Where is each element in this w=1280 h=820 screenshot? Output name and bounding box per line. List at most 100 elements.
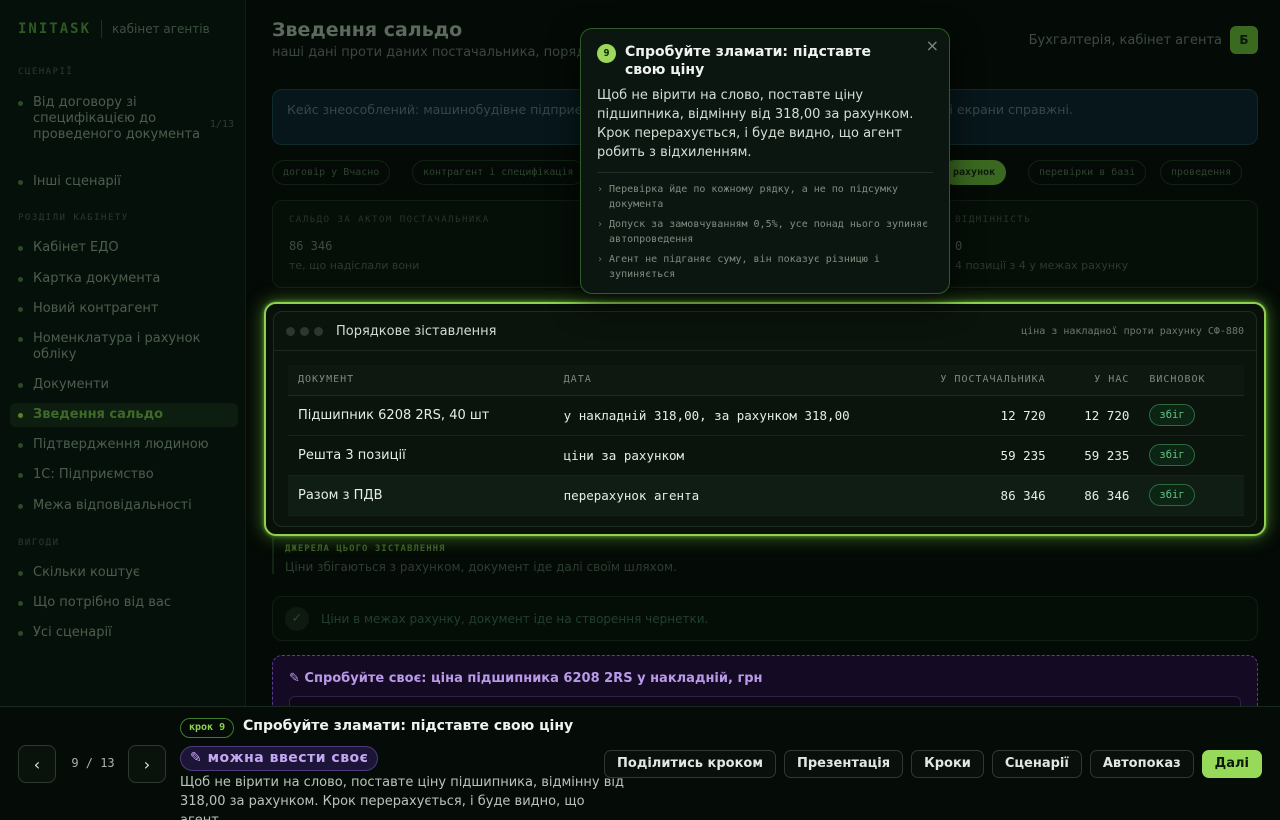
- page-subtitle: наші дані проти даних постачальника, пор…: [272, 45, 582, 60]
- brand: INITASK кабінет агентів: [18, 20, 210, 38]
- status-message: ✓ Ціни в межах рахунку, документ іде на …: [272, 596, 1258, 641]
- cell-date: у накладній 318,00, за рахунком 318,00: [553, 395, 899, 436]
- card-subtitle: ціна з накладної проти рахунку СФ-880: [1021, 325, 1244, 337]
- sidebar-item-label: Кабінет ЕДО: [33, 240, 119, 255]
- sidebar-item-main-scenario[interactable]: Від договору зі специфікацією до проведе…: [18, 95, 234, 143]
- cell-ours: 59 235: [1055, 435, 1140, 476]
- sidebar-item-cost[interactable]: Скільки коштує: [18, 565, 234, 581]
- saldo-difference-note: 4 позиції з 4 у межах рахунку: [955, 259, 1129, 272]
- sidebar-item-1c[interactable]: 1С: Підприємство: [18, 467, 234, 483]
- sidebar-item-label: 1С: Підприємство: [33, 467, 154, 482]
- cell-supplier: 86 346: [898, 475, 1056, 516]
- check-icon: ✓: [285, 606, 309, 631]
- saldo-supplier-note: те, що надіслали вони: [289, 259, 420, 272]
- sidebar-item-edo[interactable]: Кабінет ЕДО: [18, 240, 234, 256]
- column-header-date: ДАТА: [553, 365, 899, 396]
- sidebar-item-label: Від договору зі специфікацією до проведе…: [33, 95, 201, 142]
- prev-step-button[interactable]: ‹: [18, 745, 56, 783]
- card-title: Порядкове зіставлення: [336, 323, 497, 339]
- sidebar-item-label: Зведення сальдо: [33, 407, 164, 422]
- close-icon[interactable]: ×: [926, 36, 939, 55]
- sidebar-item-responsibility[interactable]: Межа відповідальності: [18, 498, 234, 514]
- sidebar-item-document-card[interactable]: Картка документа: [18, 271, 234, 287]
- column-header-verdict: ВИСНОВОК: [1139, 365, 1244, 396]
- presentation-button[interactable]: Презентація: [783, 750, 904, 778]
- column-header-supplier: У ПОСТАЧАЛЬНИКА: [898, 365, 1056, 396]
- sidebar-item-label: Підтвердження людиною: [33, 437, 209, 452]
- sidebar-item-other-scenarios[interactable]: Інші сценарії: [18, 174, 234, 190]
- sidebar-section-benefits: ВИГОДИ: [18, 538, 60, 548]
- bullet-icon: [18, 277, 23, 282]
- bullet-icon: [18, 246, 23, 251]
- sidebar-item-label: Усі сценарії: [33, 625, 112, 640]
- scenario-progress: 1/13: [209, 119, 234, 130]
- user-label: Бухгалтерія, кабінет агента: [1028, 32, 1222, 48]
- bullet-text: Допуск за замовчуванням 0,5%, усе понад …: [609, 219, 929, 245]
- chip-invoice[interactable]: рахунок: [942, 160, 1007, 185]
- list-item: › Допуск за замовчуванням 0,5%, усе понад…: [597, 217, 933, 247]
- table-row: Підшипник 6208 2RS, 40 шт у накладній 31…: [288, 395, 1244, 436]
- popover-title: Спробуйте зламати: підставте свою ціну: [625, 44, 872, 78]
- share-step-button[interactable]: Поділитись кроком: [604, 750, 776, 778]
- bullet-icon: [18, 413, 23, 418]
- sidebar-item-requirements[interactable]: Що потрібно від вас: [18, 595, 234, 611]
- sidebar-item-saldo[interactable]: Зведення сальдо: [10, 403, 238, 427]
- chip-db-checks[interactable]: перевірки в базі: [1028, 160, 1147, 185]
- cell-date: перерахунок агента: [553, 475, 899, 516]
- chevron-right-icon: ›: [597, 184, 604, 195]
- sidebar-item-label: Що потрібно від вас: [33, 595, 171, 610]
- cell-verdict: збіг: [1139, 395, 1244, 436]
- sources-text: Ціни збігаються з рахунком, документ іде…: [285, 560, 677, 574]
- tour-step-title: Спробуйте зламати: підставте свою ціну: [243, 718, 574, 734]
- brand-logo[interactable]: INITASK: [18, 21, 91, 37]
- cell-verdict: збіг: [1139, 435, 1244, 476]
- saldo-difference-value: 0: [955, 239, 963, 253]
- sidebar-item-documents[interactable]: Документи: [18, 377, 234, 393]
- cell-supplier: 59 235: [898, 435, 1056, 476]
- tour-popover: 9 Спробуйте зламати: підставте свою ціну…: [580, 28, 950, 294]
- sidebar: INITASK кабінет агентів СЦЕНАРІЇ Від дог…: [0, 0, 246, 820]
- autoplay-button[interactable]: Автопоказ: [1089, 750, 1194, 778]
- steps-button[interactable]: Кроки: [911, 750, 984, 778]
- tour-step-description: Щоб не вірити на слово, поставте ціну пі…: [180, 775, 624, 820]
- bullet-text: Перевірка йде по кожному рядку, а не по …: [609, 184, 899, 210]
- sidebar-item-all-scenarios[interactable]: Усі сценарії: [18, 625, 234, 641]
- page-title: Зведення сальдо: [272, 19, 463, 41]
- bullet-icon: [18, 307, 23, 312]
- next-button[interactable]: Далі: [1201, 750, 1262, 778]
- app-root: INITASK кабінет агентів СЦЕНАРІЇ Від дог…: [0, 0, 1280, 820]
- popover-divider: [597, 172, 933, 173]
- sidebar-item-label: Новий контрагент: [33, 301, 159, 316]
- saldo-supplier-value: 86 346: [289, 239, 333, 253]
- avatar[interactable]: Б: [1230, 26, 1258, 54]
- sidebar-item-confirmation[interactable]: Підтвердження людиною: [18, 437, 234, 453]
- chip-counterparty[interactable]: контрагент і специфікація: [412, 160, 585, 185]
- sidebar-item-label: Номенклатура і рахунок обліку: [33, 331, 201, 362]
- sources-title: ДЖЕРЕЛА ЦЬОГО ЗІСТАВЛЕННЯ: [285, 544, 446, 554]
- sidebar-item-nomenclature[interactable]: Номенклатура і рахунок обліку: [18, 331, 234, 363]
- window-dot-icon: [300, 326, 309, 336]
- cell-verdict: збіг: [1139, 475, 1244, 516]
- bullet-icon: [18, 631, 23, 636]
- cell-document: Підшипник 6208 2RS, 40 шт: [288, 395, 554, 436]
- user-menu[interactable]: Бухгалтерія, кабінет агента Б: [1029, 26, 1258, 54]
- matching-table: ДОКУМЕНТ ДАТА У ПОСТАЧАЛЬНИКА У НАС ВИСН…: [288, 365, 1244, 516]
- bullet-icon: [18, 337, 23, 342]
- column-header-ours: У НАС: [1055, 365, 1140, 396]
- chip-contract[interactable]: договір у Вчасно: [272, 160, 391, 185]
- sidebar-item-new-counterparty[interactable]: Новий контрагент: [18, 301, 234, 317]
- saldo-difference: ВІДМІННІСТЬ 0 4 позиції з 4 у межах раху…: [955, 215, 1128, 272]
- status-text: Ціни в межах рахунку, документ іде на ст…: [321, 611, 709, 626]
- sidebar-item-label: Межа відповідальності: [33, 498, 192, 513]
- status-badge: збіг: [1149, 404, 1195, 426]
- window-dot-icon: [314, 326, 323, 336]
- cell-supplier: 12 720: [898, 395, 1056, 436]
- step-pill: крок 9: [180, 718, 235, 738]
- popover-header: 9 Спробуйте зламати: підставте свою ціну: [597, 43, 933, 79]
- cell-document: Разом з ПДВ: [288, 475, 554, 516]
- bullet-icon: [18, 180, 23, 185]
- chip-posting[interactable]: проведення: [1160, 160, 1243, 185]
- next-step-arrow-button[interactable]: ›: [128, 745, 166, 783]
- scenarios-button[interactable]: Сценарії: [991, 750, 1082, 778]
- brand-subtitle: кабінет агентів: [112, 22, 210, 36]
